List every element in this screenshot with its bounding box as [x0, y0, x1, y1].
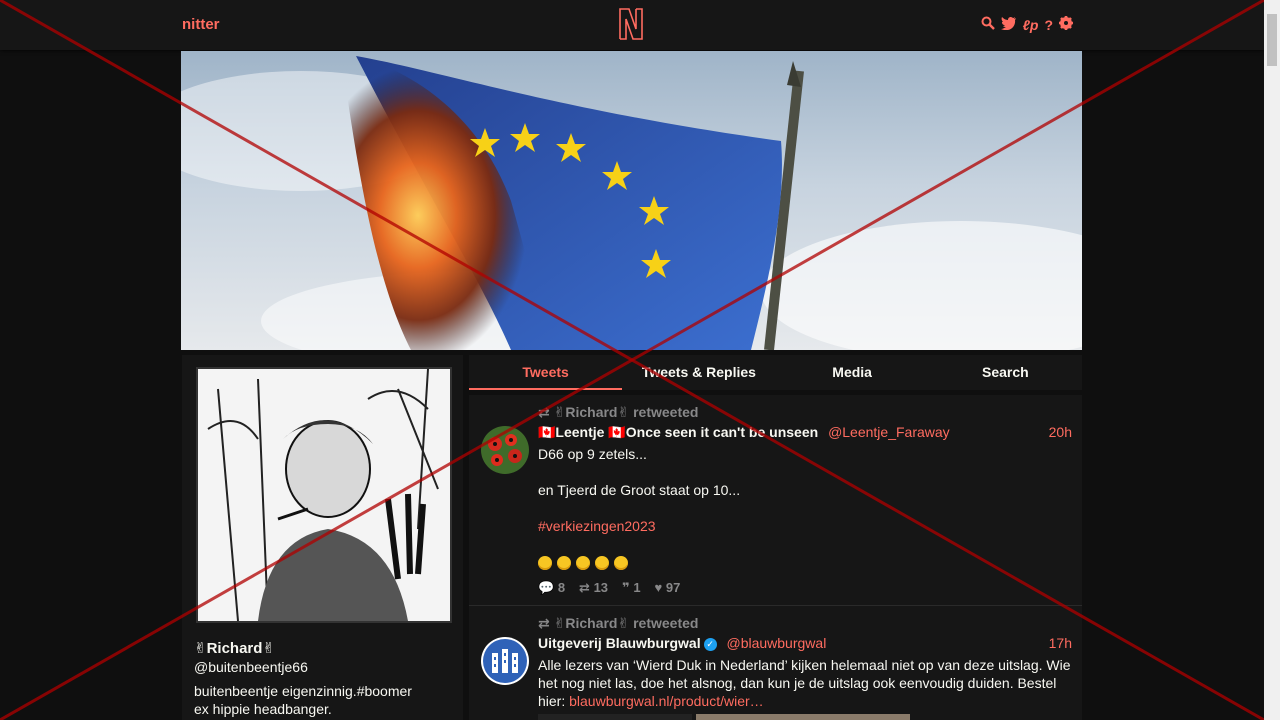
tweet-avatar[interactable] — [481, 426, 529, 474]
retweet-icon: ⇄ — [538, 615, 550, 631]
media-thumb[interactable] — [696, 714, 910, 720]
page-scrollbar[interactable] — [1264, 0, 1280, 720]
heart-icon: ♥ — [654, 580, 663, 595]
search-icon[interactable] — [981, 16, 995, 33]
retweet-header: ⇄ ✌Richard✌ retweeted — [538, 404, 698, 421]
tweet-date[interactable]: 20h — [1049, 424, 1072, 440]
rofl-emoji-icon — [538, 556, 552, 571]
tweet-content: D66 op 9 zetels... en Tjeerd de Groot st… — [538, 445, 1072, 571]
timeline-tabs: Tweets Tweets & Replies Media Search — [469, 355, 1082, 390]
likes-stat[interactable]: ♥ 97 — [655, 580, 681, 596]
tweet-line: en Tjeerd de Groot staat op 10... — [538, 482, 741, 498]
hashtag-link[interactable]: #verkiezingen2023 — [538, 517, 1072, 535]
retweets-count: 13 — [593, 580, 609, 595]
twitter-icon[interactable] — [1000, 16, 1017, 33]
media-thumb[interactable] — [538, 714, 692, 720]
retweet-header: ⇄ ✌Richard✌ retweeted — [538, 615, 698, 632]
help-icon[interactable]: ? — [1044, 17, 1053, 33]
tab-tweets-replies[interactable]: Tweets & Replies — [622, 355, 775, 390]
nitter-home-link[interactable]: nitter — [182, 16, 220, 33]
profile-avatar[interactable] — [196, 367, 452, 623]
profile-fullname[interactable]: ✌Richard✌ — [194, 639, 275, 657]
tweet-media-preview[interactable] — [538, 714, 1072, 720]
quote-icon: ❞ — [622, 580, 630, 595]
tweet-content: Alle lezers van ‘Wierd Duk in Nederland’… — [538, 656, 1072, 720]
replies-count: 8 — [557, 580, 566, 595]
replies-stat[interactable]: 💬 8 — [538, 580, 565, 596]
verified-icon: ✓ — [703, 637, 717, 651]
quotes-stat[interactable]: ❞ 1 — [622, 580, 641, 596]
profile-card: ✌Richard✌ @buitenbeentje66 buitenbeentje… — [182, 355, 463, 720]
scrollbar-thumb[interactable] — [1267, 14, 1277, 66]
tweet-line: D66 op 9 zetels... — [538, 446, 647, 462]
tweet-fullname[interactable]: 🇨🇦Leentje 🇨🇦Once seen it can't be unseen — [538, 424, 818, 440]
tweet-date[interactable]: 17h — [1049, 635, 1072, 651]
comment-icon: 💬 — [538, 580, 555, 595]
quotes-count: 1 — [633, 580, 641, 595]
rofl-emoji-icon — [614, 556, 628, 571]
retweet-label: ✌Richard✌ retweeted — [553, 615, 699, 631]
burning-eu-flag-image — [181, 51, 1082, 350]
top-navbar: nitter ℓp ? — [0, 0, 1264, 50]
emoji-row — [538, 553, 1072, 571]
rofl-emoji-icon — [557, 556, 571, 571]
timeline-item[interactable]: ⇄ ✌Richard✌ retweeted Uitgeverij Blauwbu… — [469, 606, 1082, 720]
settings-icon[interactable] — [1059, 16, 1073, 33]
liberapay-icon[interactable]: ℓp — [1023, 17, 1039, 33]
profile-bio: buitenbeentje eigenzinnig.#boomer ex hip… — [194, 683, 412, 717]
likes-count: 97 — [665, 580, 681, 595]
tab-tweets[interactable]: Tweets — [469, 355, 623, 390]
tweet-fullname[interactable]: Uitgeverij Blauwburgwal — [538, 635, 701, 651]
retweet-label: ✌Richard✌ retweeted — [553, 404, 699, 420]
tweet-header: Uitgeverij Blauwburgwal ✓ @blauwburgwal 1… — [538, 635, 1072, 651]
profile-username[interactable]: @buitenbeentje66 — [194, 659, 308, 675]
tweet-stats: 💬 8 ⇄ 13 ❞ 1 ♥ 97 — [538, 580, 680, 596]
rofl-emoji-icon — [595, 556, 609, 571]
retweets-stat[interactable]: ⇄ 13 — [579, 580, 608, 596]
retweet-icon: ⇄ — [538, 404, 550, 420]
retweet-icon: ⇄ — [579, 580, 590, 595]
tab-media[interactable]: Media — [776, 355, 929, 390]
timeline-item[interactable]: ⇄ ✌Richard✌ retweeted 🇨🇦Leentje 🇨🇦Once s… — [469, 395, 1082, 606]
tweet-avatar[interactable] — [481, 637, 529, 685]
nitter-logo-icon[interactable] — [617, 7, 645, 41]
tweet-username[interactable]: @blauwburgwal — [726, 635, 826, 651]
tweet-link[interactable]: blauwburgwal.nl/product/wier… — [569, 693, 764, 709]
tab-search[interactable]: Search — [929, 355, 1082, 390]
timeline: ⇄ ✌Richard✌ retweeted 🇨🇦Leentje 🇨🇦Once s… — [469, 395, 1082, 720]
tweet-header: 🇨🇦Leentje 🇨🇦Once seen it can't be unseen… — [538, 424, 1072, 441]
tweet-username[interactable]: @Leentje_Faraway — [828, 424, 950, 440]
rofl-emoji-icon — [576, 556, 590, 571]
profile-banner[interactable] — [181, 51, 1082, 350]
